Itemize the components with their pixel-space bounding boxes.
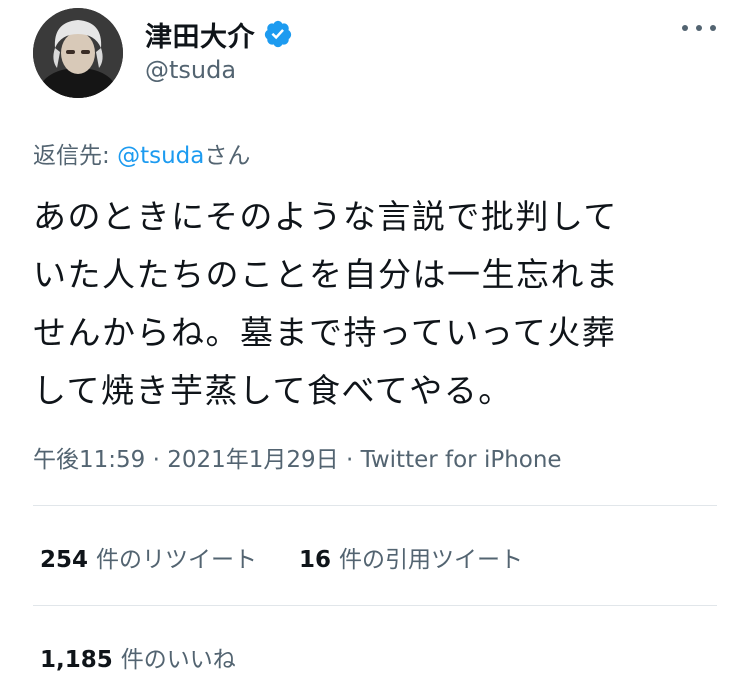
more-dot [710, 25, 716, 31]
reply-context: 返信先: @tsudaさん [33, 136, 250, 170]
divider [33, 605, 717, 606]
tweet-meta: 午後11:59 · 2021年1月29日 · Twitter for iPhon… [33, 440, 562, 474]
meta-separator: · [338, 447, 361, 473]
reply-mention-link[interactable]: @tsuda [117, 143, 204, 169]
tweet-line: せんからね。墓まで持っていって火葬 [33, 313, 617, 352]
likes-label: 件のいいね [120, 647, 236, 673]
more-horizontal-icon[interactable] [682, 20, 716, 36]
tweet-line: あのときにそのような言説で批判して [33, 197, 618, 236]
more-dot [682, 25, 688, 31]
retweets-label: 件のリツイート [96, 547, 258, 573]
tweet-source[interactable]: Twitter for iPhone [361, 447, 562, 473]
quotes-count: 16 [299, 547, 332, 573]
tweet-line: いた人たちのことを自分は一生忘れま [33, 255, 620, 294]
tweet-line: して焼き芋蒸して食べてやる。 [33, 371, 513, 410]
tweet-date[interactable]: 2021年1月29日 [167, 447, 338, 473]
reply-prefix: 返信先: [33, 143, 118, 169]
divider [33, 505, 717, 506]
more-dot [696, 25, 702, 31]
tweet-time[interactable]: 午後11:59 [33, 447, 145, 473]
likes-count: 1,185 [40, 647, 113, 673]
retweets-stat[interactable]: 254 件のリツイート [40, 540, 257, 574]
likes-stat[interactable]: 1,185 件のいいね [40, 640, 236, 674]
display-name[interactable]: 津田大介 [145, 15, 255, 54]
quotes-stat[interactable]: 16 件の引用ツイート [299, 540, 523, 574]
retweets-count: 254 [40, 547, 89, 573]
reply-suffix: さん [204, 143, 251, 169]
author-handle[interactable]: @tsuda [145, 56, 236, 84]
author-name-row[interactable]: 津田大介 [145, 14, 293, 54]
tweet-text: あのときにそのような言説で批判して いた人たちのことを自分は一生忘れま せんから… [33, 188, 723, 420]
quotes-label: 件の引用ツイート [339, 547, 524, 573]
stats-row: 254 件のリツイート 16 件の引用ツイート [40, 540, 565, 574]
verified-badge-icon [263, 19, 293, 49]
meta-separator: · [145, 447, 168, 473]
avatar[interactable] [33, 8, 123, 98]
